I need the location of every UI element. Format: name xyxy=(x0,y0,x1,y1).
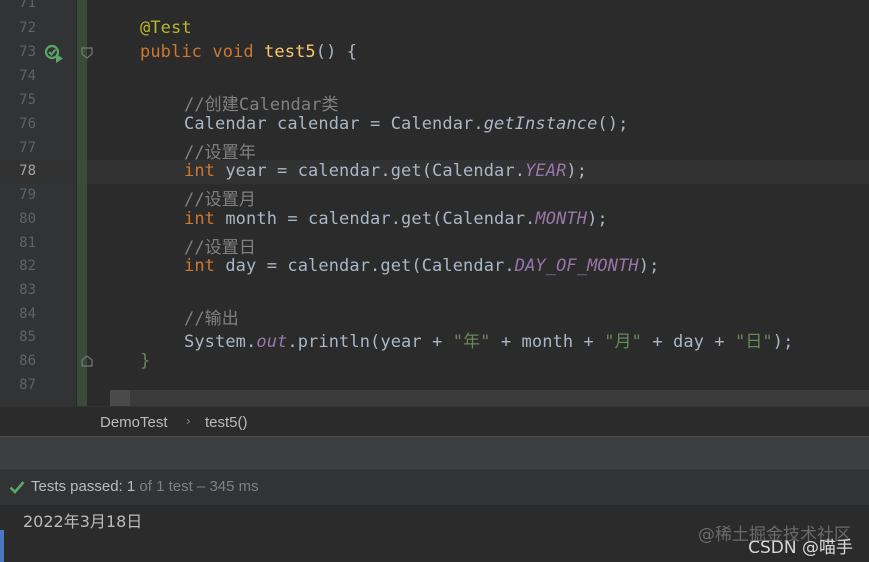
line-number: 85 xyxy=(19,329,36,345)
code-line[interactable]: 74 xyxy=(0,65,869,89)
annotation-test: @Test xyxy=(140,18,192,38)
tool-window-splitter[interactable] xyxy=(0,436,869,469)
line-number: 73 xyxy=(19,44,36,60)
code-line-current[interactable]: 78 int year = calendar.get(Calendar.YEAR… xyxy=(0,160,869,184)
selection-accent xyxy=(0,530,4,562)
code-line[interactable]: 84 //输出 xyxy=(0,303,869,329)
console-output-line: 2022年3月18日 xyxy=(23,512,143,531)
line-number: 86 xyxy=(19,353,36,369)
code-line[interactable]: 79 //设置月 xyxy=(0,184,869,210)
code-line[interactable]: 77 //设置年 xyxy=(0,137,869,163)
code-line[interactable]: 72 @Test xyxy=(0,17,869,41)
code-line[interactable]: 80 int month = calendar.get(Calendar.MON… xyxy=(0,208,869,232)
code-line[interactable]: 75 //创建Calendar类 xyxy=(0,89,869,115)
line-number: 76 xyxy=(19,116,36,132)
line-number: 71 xyxy=(19,0,36,11)
line-number: 78 xyxy=(19,163,36,179)
code-line[interactable]: 86 } xyxy=(0,350,869,374)
code-statement: Calendar calendar = Calendar.getInstance… xyxy=(184,114,629,134)
line-number: 74 xyxy=(19,68,36,84)
closing-brace: } xyxy=(140,351,151,371)
chevron-right-icon: › xyxy=(186,414,191,428)
code-editor[interactable]: 71 72 @Test 73 public void test5() { 74 … xyxy=(0,0,869,406)
line-number: 87 xyxy=(19,377,36,393)
test-status-text: Tests passed: 1 of 1 test – 345 ms xyxy=(31,478,259,495)
breadcrumb: DemoTest › test5() xyxy=(0,406,869,437)
line-number: 72 xyxy=(19,20,36,36)
code-line[interactable]: 76 Calendar calendar = Calendar.getInsta… xyxy=(0,113,869,137)
code-line[interactable]: 71 xyxy=(0,0,869,16)
code-line[interactable]: 73 public void test5() { xyxy=(0,41,869,65)
run-test-icon[interactable] xyxy=(44,44,66,64)
check-icon xyxy=(9,481,25,494)
line-number: 83 xyxy=(19,282,36,298)
method-declaration: public void test5() { xyxy=(140,42,358,62)
fold-end-icon[interactable] xyxy=(81,355,93,367)
line-number: 82 xyxy=(19,258,36,274)
line-number: 80 xyxy=(19,211,36,227)
line-number: 79 xyxy=(19,187,36,203)
breadcrumb-class[interactable]: DemoTest xyxy=(100,414,168,431)
code-line[interactable]: 82 int day = calendar.get(Calendar.DAY_O… xyxy=(0,255,869,279)
code-statement: int day = calendar.get(Calendar.DAY_OF_M… xyxy=(184,256,660,276)
run-tool-window: Tests passed: 1 of 1 test – 345 ms 2022年… xyxy=(0,468,869,562)
code-line[interactable]: 85 System.out.println(year + "年" + month… xyxy=(0,326,869,352)
code-comment: //创建Calendar类 xyxy=(184,95,339,115)
test-status-bar: Tests passed: 1 of 1 test – 345 ms xyxy=(0,468,869,505)
line-number: 77 xyxy=(19,140,36,156)
line-number: 75 xyxy=(19,92,36,108)
line-number: 81 xyxy=(19,235,36,251)
code-statement: System.out.println(year + "年" + month + … xyxy=(184,332,794,352)
watermark-csdn: CSDN @喵手 xyxy=(748,538,853,558)
code-statement: int month = calendar.get(Calendar.MONTH)… xyxy=(184,209,608,229)
fold-icon[interactable] xyxy=(81,47,93,59)
code-line[interactable]: 83 xyxy=(0,279,869,303)
horizontal-scrollbar[interactable] xyxy=(110,390,869,406)
breadcrumb-method[interactable]: test5() xyxy=(205,414,248,431)
code-comment: //设置月 xyxy=(184,190,256,210)
code-statement: int year = calendar.get(Calendar.YEAR); xyxy=(184,161,588,181)
scrollbar-thumb[interactable] xyxy=(110,390,130,406)
code-line[interactable]: 81 //设置日 xyxy=(0,232,869,258)
line-number: 84 xyxy=(19,306,36,322)
